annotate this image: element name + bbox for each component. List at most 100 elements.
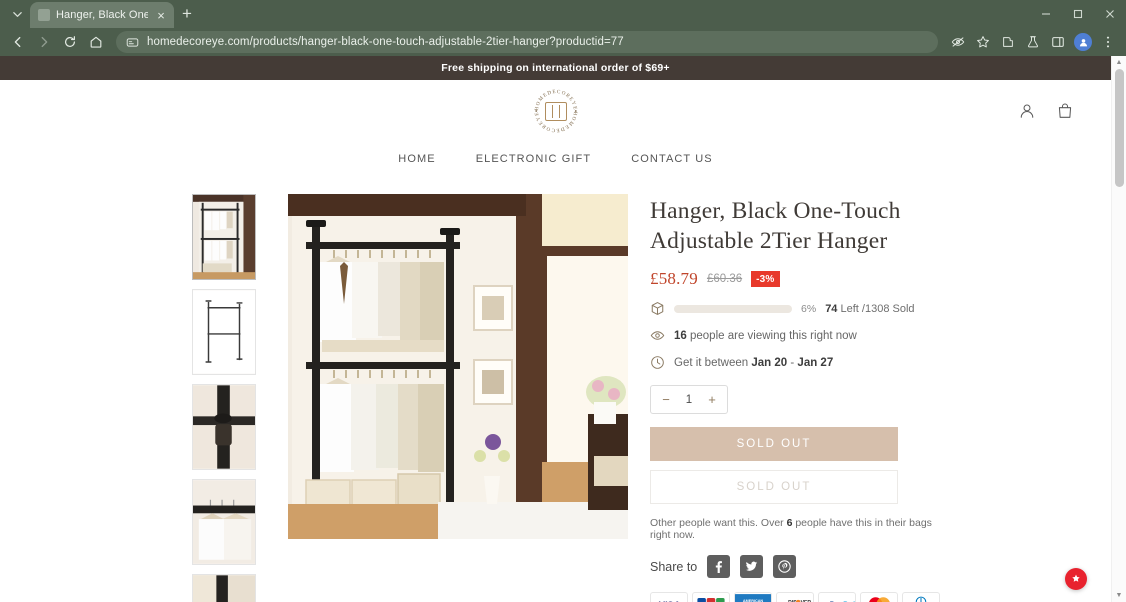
stock-sold-label: /1308 Sold (861, 302, 915, 315)
side-panel-icon[interactable] (1046, 30, 1070, 54)
tab-search-icon[interactable] (4, 1, 30, 27)
viewers-count: 16 (674, 329, 687, 342)
address-bar[interactable]: homedecoreye.com/products/hanger-black-o… (116, 31, 938, 53)
payment-paypal: PayPal (818, 592, 856, 602)
add-to-cart-button[interactable]: SOLD OUT (650, 427, 898, 462)
site-logo[interactable]: HOMEDECOREYE HOMEDECOREYE (530, 85, 582, 137)
site-settings-icon (126, 37, 139, 47)
chrome-menu-icon[interactable] (1096, 30, 1120, 54)
product-section: Hanger, Black One-Touch Adjustable 2Tier… (0, 176, 1111, 602)
thumbnail-hangers-on-rail-closeup[interactable] (192, 479, 256, 565)
quantity-value[interactable]: 1 (686, 394, 692, 406)
viewers-row: 16 people are viewing this right now (650, 328, 950, 343)
home-icon[interactable] (84, 30, 108, 54)
tab-favicon (38, 9, 50, 21)
browser-toolbar: homedecoreye.com/products/hanger-black-o… (0, 28, 1126, 56)
nav-item-contact-us[interactable]: CONTACT US (631, 153, 713, 165)
back-arrow-icon[interactable] (6, 30, 30, 54)
extensions-icon[interactable] (996, 30, 1020, 54)
tab-close-icon[interactable]: × (154, 8, 168, 22)
product-main-image[interactable] (288, 194, 628, 539)
delivery-row: Get it between Jan 20 - Jan 27 (650, 355, 950, 370)
chat-bubble-icon[interactable] (1065, 568, 1087, 590)
window-controls (1030, 0, 1126, 28)
header-actions (1017, 101, 1075, 121)
share-label: Share to (650, 559, 698, 574)
tab-strip: Hanger, Black One-Touch Adju... × + (0, 0, 1126, 28)
scrollbar-thumb[interactable] (1115, 69, 1124, 187)
quantity-stepper[interactable]: − 1 + (650, 385, 728, 415)
scarcity-prefix: Other people want this. Over (650, 517, 784, 530)
payment-jcb: JCB (692, 592, 730, 602)
web-page: Free shipping on international order of … (0, 56, 1111, 602)
scarcity-text: Other people want this. Over 6 people ha… (650, 517, 950, 541)
profile-avatar[interactable] (1071, 30, 1095, 54)
delivery-text: Get it between Jan 20 - Jan 27 (674, 357, 833, 369)
window-close-icon[interactable] (1094, 0, 1126, 28)
site-header: HOMEDECOREYE HOMEDECOREYE (0, 80, 1111, 142)
stock-left-count: 74 (825, 302, 838, 315)
payment-mastercard (860, 592, 898, 602)
scarcity-count: 6 (786, 517, 793, 530)
account-icon[interactable] (1017, 101, 1037, 121)
payment-american-express: AMERICANEXPRESS (734, 592, 772, 602)
delivery-prefix: Get it between (674, 356, 749, 369)
facebook-icon[interactable] (707, 555, 731, 579)
stock-row: 6% 74 Left /1308 Sold (650, 301, 950, 316)
thumbnail-pole-against-wall[interactable] (192, 574, 256, 602)
shopping-bag-icon[interactable] (1055, 101, 1075, 121)
viewers-text: 16 people are viewing this right now (674, 330, 857, 342)
page-viewport: Free shipping on international order of … (0, 56, 1126, 602)
browser-tab[interactable]: Hanger, Black One-Touch Adju... × (30, 2, 174, 28)
window-minimize-icon[interactable] (1030, 0, 1062, 28)
page-scrollbar[interactable]: ▲ ▼ (1111, 56, 1126, 602)
delivery-from: Jan 20 (751, 356, 788, 369)
price-row: £58.79 £60.36 -3% (650, 269, 950, 289)
payment-visa: VISA (650, 592, 688, 602)
pinterest-icon[interactable] (773, 555, 797, 579)
payment-discover: DISCVER (776, 592, 814, 602)
delivery-to: Jan 27 (797, 356, 834, 369)
stock-count-text: 74 Left /1308 Sold (825, 303, 914, 315)
url-text: homedecoreye.com/products/hanger-black-o… (147, 36, 624, 48)
twitter-icon[interactable] (740, 555, 764, 579)
quantity-increment-button[interactable]: + (706, 393, 718, 406)
nav-item-home[interactable]: HOME (398, 153, 435, 165)
stock-progress-bar (674, 304, 792, 313)
new-tab-button[interactable]: + (174, 1, 200, 27)
browser-window: Hanger, Black One-Touch Adju... × + (0, 0, 1126, 602)
lab-flask-icon[interactable] (1021, 30, 1045, 54)
forward-arrow-icon[interactable] (32, 30, 56, 54)
stock-percent: 6% (801, 302, 817, 315)
reload-icon[interactable] (58, 30, 82, 54)
thumbnail-gallery (192, 194, 276, 602)
product-info: Hanger, Black One-Touch Adjustable 2Tier… (650, 194, 950, 602)
clock-icon (650, 355, 665, 370)
delivery-separator: - (790, 356, 795, 369)
nav-item-electronic-gift[interactable]: ELECTRONIC GIFT (476, 153, 592, 165)
scrollbar-up-arrow[interactable]: ▲ (1112, 56, 1126, 69)
announcement-bar: Free shipping on international order of … (0, 56, 1111, 80)
share-row: Share to (650, 555, 950, 579)
payment-methods: VISA JCB AMERICANEXPRESS DISCVER PayPal (650, 592, 950, 602)
discount-badge: -3% (751, 271, 780, 288)
logo-mark-icon (544, 101, 567, 121)
main-navigation: HOME ELECTRONIC GIFT CONTACT US (0, 142, 1111, 176)
window-maximize-icon[interactable] (1062, 0, 1094, 28)
compare-at-price: £60.36 (706, 273, 743, 286)
stock-left-label: Left (840, 302, 859, 315)
incognito-eye-icon[interactable] (946, 30, 970, 54)
payment-diners-club: Diners Club (902, 592, 940, 602)
product-title: Hanger, Black One-Touch Adjustable 2Tier… (650, 198, 901, 255)
product-price: £58.79 (650, 269, 698, 289)
buy-it-now-button[interactable]: SOLD OUT (650, 470, 898, 505)
thumbnail-pole-joint-closeup[interactable] (192, 384, 256, 470)
scrollbar-down-arrow[interactable]: ▼ (1112, 589, 1126, 602)
viewers-label: people are viewing this right now (690, 329, 857, 342)
thumbnail-product-line-diagram[interactable] (192, 289, 256, 375)
quantity-decrement-button[interactable]: − (660, 393, 672, 406)
bookmark-star-icon[interactable] (971, 30, 995, 54)
package-box-icon (650, 301, 665, 316)
eye-icon (650, 328, 665, 343)
thumbnail-closet-room-view[interactable] (192, 194, 256, 280)
